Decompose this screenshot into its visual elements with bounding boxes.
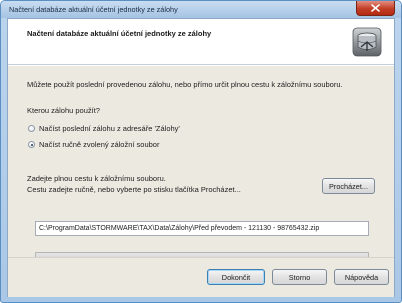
wizard-header: Načtení databáze aktuální účetní jednotk…: [8, 19, 394, 65]
wizard-body: Můžete použít poslední provedenou zálohu…: [8, 66, 394, 263]
radio-last-backup[interactable]: [28, 125, 35, 132]
cancel-button[interactable]: Storno: [272, 269, 327, 285]
finish-button-label: Dokončit: [221, 272, 251, 282]
radio-last-backup-label[interactable]: Načíst poslední zálohu z adresáře 'Záloh…: [39, 124, 180, 133]
backup-path-input[interactable]: C:\ProgramData\STORMWARE\TAX\Data\Zálohy…: [35, 221, 369, 236]
dialog-client-area: Načtení databáze aktuální účetní jednotk…: [7, 18, 395, 297]
path-instruction-2: Cestu zadejte ručně, nebo vyberte po sti…: [27, 185, 241, 194]
wizard-footer: Dokončit Storno Nápověda: [8, 257, 394, 297]
finish-button[interactable]: Dokončit: [207, 269, 265, 285]
radio-manual-backup[interactable]: [28, 141, 35, 148]
window-title: Načtení databáze aktuální účetní jednotk…: [9, 5, 178, 14]
help-button-label: Nápověda: [344, 272, 379, 282]
database-icon: [352, 27, 382, 57]
radio-manual-backup-label[interactable]: Načíst ručně zvolený záložní soubor: [39, 140, 159, 149]
close-icon: [371, 4, 380, 12]
close-button[interactable]: [356, 1, 395, 16]
dialog-window: Načtení databáze aktuální účetní jednotk…: [0, 0, 402, 303]
cancel-button-label: Storno: [288, 272, 311, 282]
page-title: Načtení databáze aktuální účetní jednotk…: [27, 29, 212, 38]
title-bar[interactable]: Načtení databáze aktuální účetní jednotk…: [1, 1, 401, 18]
intro-text: Můžete použít poslední provedenou zálohu…: [27, 80, 343, 89]
path-instruction-1: Zadejte plnou cestu k záložnímu souboru.: [27, 174, 166, 183]
browse-button-label: Procházet...: [329, 181, 368, 191]
help-button[interactable]: Nápověda: [334, 269, 389, 285]
browse-button[interactable]: Procházet...: [322, 178, 375, 194]
question-label: Kterou zálohu použít?: [27, 106, 100, 115]
